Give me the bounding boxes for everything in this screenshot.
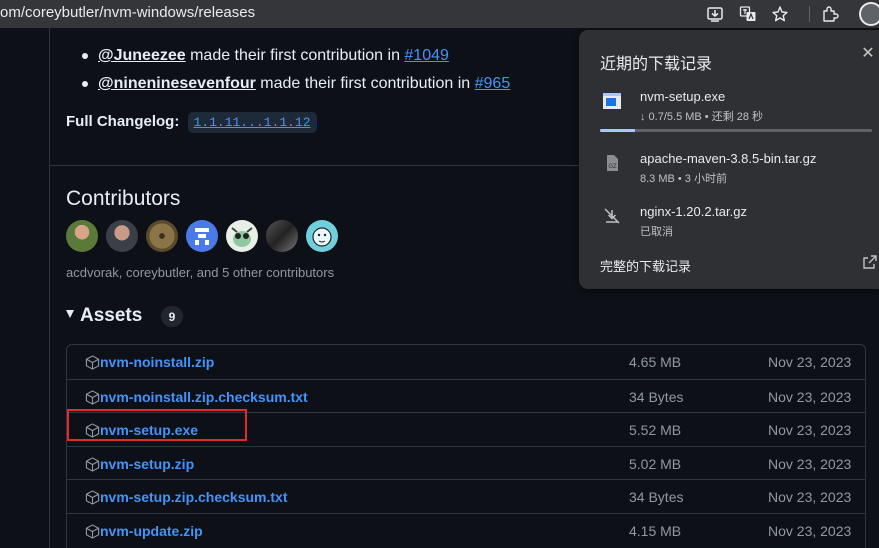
close-icon[interactable]: ✕ xyxy=(860,45,876,62)
avatar[interactable] xyxy=(146,220,178,252)
list-item: @nineninesevenfour made their first cont… xyxy=(82,70,510,98)
avatar[interactable] xyxy=(66,220,98,252)
download-filename: nvm-setup.exe xyxy=(640,89,726,104)
asset-date: Nov 23, 2023 xyxy=(768,456,852,472)
downloads-panel: 近期的下载记录 ✕ nvm-setup.exe ↓ 0.7/5.5 MB • 还… xyxy=(579,30,879,289)
translate-icon[interactable] xyxy=(737,3,759,25)
download-progress-bar xyxy=(600,129,872,132)
download-status: ↓ 0.7/5.5 MB • 还剩 28 秒 xyxy=(640,111,764,123)
asset-size: 4.15 MB xyxy=(629,523,682,539)
pr-link[interactable]: #965 xyxy=(475,75,511,92)
changelog-label: Full Changelog: xyxy=(66,113,180,130)
assets-toggle[interactable]: Assets xyxy=(66,305,142,327)
contributors-summary: acdvorak, coreybutler, and 5 other contr… xyxy=(66,265,335,280)
new-contributors-list: @Juneezee made their first contribution … xyxy=(82,42,510,98)
asset-date: Nov 23, 2023 xyxy=(768,354,852,370)
download-item[interactable]: nvm-setup.exe ↓ 0.7/5.5 MB • 还剩 28 秒 xyxy=(579,82,879,134)
assets-heading: Assets xyxy=(80,305,143,326)
contributors-heading: Contributors xyxy=(66,187,181,210)
toolbar-separator xyxy=(809,6,810,22)
package-icon xyxy=(85,390,100,405)
asset-size: 4.65 MB xyxy=(629,354,682,370)
asset-size: 34 Bytes xyxy=(629,489,684,505)
table-row: nvm-setup.zip 5.02 MB Nov 23, 2023 xyxy=(67,446,865,480)
pr-link[interactable]: #1049 xyxy=(404,47,449,64)
exe-file-icon xyxy=(601,90,623,112)
asset-date: Nov 23, 2023 xyxy=(768,489,852,505)
asset-link[interactable]: nvm-setup.zip xyxy=(100,456,194,472)
package-icon xyxy=(85,457,100,472)
asset-date: Nov 23, 2023 xyxy=(768,523,852,539)
download-item[interactable]: GZ apache-maven-3.8.5-bin.tar.gz 8.3 MB … xyxy=(579,146,879,186)
user-link[interactable]: @Juneezee xyxy=(98,47,186,64)
asset-size: 5.02 MB xyxy=(629,456,682,472)
archive-file-icon: GZ xyxy=(601,152,623,174)
assets-table: nvm-noinstall.zip 4.65 MB Nov 23, 2023 n… xyxy=(66,344,866,548)
caret-down-icon xyxy=(66,310,74,318)
download-icon[interactable] xyxy=(704,3,726,25)
changelog-compare-link[interactable]: 1.1.11...1.1.12 xyxy=(187,112,317,133)
asset-link[interactable]: nvm-update.zip xyxy=(100,523,203,539)
table-row: nvm-update.zip 4.15 MB Nov 23, 2023 xyxy=(67,513,865,547)
downloads-title: 近期的下载记录 xyxy=(600,56,713,73)
download-filename: nginx-1.20.2.tar.gz xyxy=(640,204,747,219)
download-status: 8.3 MB • 3 小时前 xyxy=(640,173,727,185)
profile-icon[interactable] xyxy=(859,2,879,26)
avatar[interactable] xyxy=(186,220,218,252)
download-progress-fill xyxy=(600,129,636,132)
asset-size: 34 Bytes xyxy=(629,389,684,405)
asset-date: Nov 23, 2023 xyxy=(768,389,852,405)
full-changelog: Full Changelog: 1.1.11...1.1.12 xyxy=(66,112,317,133)
cancelled-file-icon xyxy=(601,205,623,227)
download-filename: apache-maven-3.8.5-bin.tar.gz xyxy=(640,151,817,166)
timeline-line xyxy=(49,28,50,548)
table-row: nvm-noinstall.zip.checksum.txt 34 Bytes … xyxy=(67,379,865,413)
package-icon xyxy=(85,355,100,370)
asset-link[interactable]: nvm-noinstall.zip xyxy=(100,354,214,370)
list-item: @Juneezee made their first contribution … xyxy=(82,42,510,70)
archive-icon-label: GZ xyxy=(608,164,617,170)
avatar[interactable] xyxy=(226,220,258,252)
highlight-box xyxy=(67,409,247,441)
download-status: 已取消 xyxy=(640,226,673,238)
open-in-new-icon[interactable] xyxy=(862,254,878,270)
asset-size: 5.52 MB xyxy=(629,422,682,438)
avatar[interactable] xyxy=(266,220,298,252)
browser-toolbar: om/coreybutler/nvm-windows/releases xyxy=(0,0,879,28)
user-link[interactable]: @nineninesevenfour xyxy=(98,75,256,92)
asset-date: Nov 23, 2023 xyxy=(768,422,852,438)
avatar[interactable] xyxy=(306,220,338,252)
table-row: nvm-noinstall.zip 4.65 MB Nov 23, 2023 xyxy=(67,345,865,379)
avatar[interactable] xyxy=(106,220,138,252)
assets-count-badge: 9 xyxy=(161,306,183,327)
bookmark-star-icon[interactable] xyxy=(769,3,791,25)
package-icon xyxy=(85,490,100,505)
table-row: nvm-setup.zip.checksum.txt 34 Bytes Nov … xyxy=(67,479,865,513)
address-bar-url[interactable]: om/coreybutler/nvm-windows/releases xyxy=(0,4,255,21)
download-item[interactable]: nginx-1.20.2.tar.gz 已取消 xyxy=(579,200,879,240)
asset-link[interactable]: nvm-setup.zip.checksum.txt xyxy=(100,489,288,505)
asset-link[interactable]: nvm-noinstall.zip.checksum.txt xyxy=(100,389,308,405)
full-download-history-link[interactable]: 完整的下载记录 xyxy=(600,256,691,275)
extensions-icon[interactable] xyxy=(819,3,841,25)
package-icon xyxy=(85,524,100,539)
contribution-text: made their first contribution in xyxy=(185,47,405,64)
contribution-text: made their first contribution in xyxy=(255,75,475,92)
